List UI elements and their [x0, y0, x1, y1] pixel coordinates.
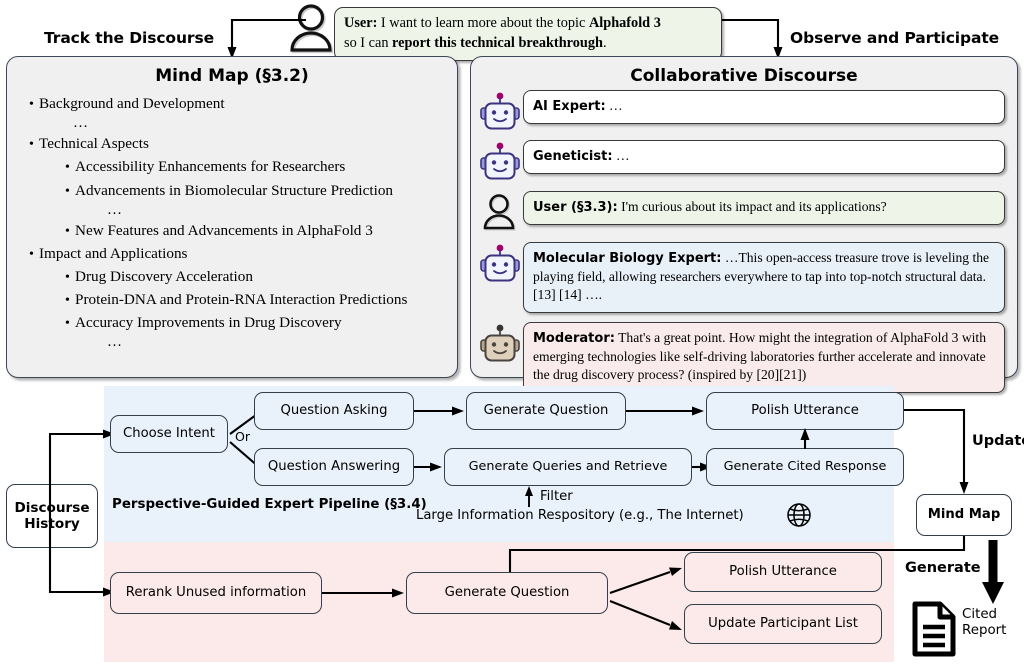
- mind-map-item-label: Accuracy Improvements in Drug Discovery: [75, 314, 342, 332]
- discourse-message-body: …: [605, 98, 623, 113]
- mind-map-ellipsis: …: [73, 115, 90, 132]
- discourse-message-bubble: AI Expert: …: [523, 90, 1005, 124]
- discourse-message-bubble: Molecular Biology Expert: …This open-acc…: [523, 242, 1005, 314]
- repository-label: Large Information Respository (e.g., The…: [416, 508, 744, 523]
- expert-pipeline-label: Perspective-Guided Expert Pipeline (§3.4…: [112, 497, 427, 512]
- user-message-bubble: User: I want to learn more about the top…: [334, 7, 722, 61]
- discourse-message-body: …: [612, 148, 630, 163]
- mind-map-title: Mind Map (§3.2): [155, 66, 309, 86]
- user-message-line1: User: I want to learn more about the top…: [344, 15, 661, 31]
- arrow-answering-to-queries: [414, 460, 444, 474]
- robot-purple-icon: [477, 140, 523, 182]
- bullet-icon: •: [29, 97, 34, 112]
- discourse-message-speaker: Molecular Biology Expert:: [533, 251, 722, 266]
- generate-question-moderator-box[interactable]: Generate Question: [406, 572, 608, 614]
- mind-map-item-label: Background and Development: [39, 95, 225, 112]
- update-participant-list-box[interactable]: Update Participant List: [684, 604, 882, 644]
- bullet-icon: •: [65, 183, 70, 199]
- discourse-message-speaker: User (§3.3):: [533, 200, 618, 215]
- mind-map-list: • Background and Development … • Technical A…: [7, 92, 457, 352]
- mind-map-item-label: Advancements in Biomolecular Structure P…: [75, 181, 394, 199]
- discourse-message-speaker: AI Expert:: [533, 99, 606, 114]
- observe-and-participate-label: Observe and Participate: [790, 29, 1000, 47]
- generate-cited-response-box[interactable]: Generate Cited Response: [706, 448, 904, 486]
- bullet-icon: •: [29, 137, 34, 153]
- arrow-user-to-discourse: [718, 16, 798, 60]
- arrow-rerank-to-generate-question: [322, 586, 406, 600]
- arrow-user-to-mindmap: [128, 16, 308, 60]
- mind-map-item-label: Technical Aspects: [39, 135, 149, 153]
- discourse-message-row: User (§3.3): I'm curious about its impac…: [477, 191, 1005, 233]
- discourse-message-speaker: Geneticist:: [533, 149, 613, 164]
- discourse-message-row: Moderator: That's a great point. How mig…: [477, 322, 1005, 394]
- robot-tan-icon: [477, 322, 523, 364]
- question-asking-box[interactable]: Question Asking: [254, 392, 414, 430]
- generate-question-expert-box[interactable]: Generate Question: [466, 392, 626, 430]
- user-avatar-icon: [477, 191, 523, 233]
- user-message-line2: so I can report this technical breakthro…: [344, 35, 607, 52]
- mind-map-item-l2: • Drug Discovery Acceleration: [7, 265, 457, 288]
- cited-report-line1: Cited: [962, 607, 998, 622]
- mind-map-item-label: Impact and Applications: [39, 244, 188, 262]
- bullet-icon: •: [65, 270, 70, 286]
- discourse-message-speaker: Moderator:: [533, 331, 615, 347]
- discourse-title: Collaborative Discourse: [630, 66, 858, 86]
- mind-map-item-l2: • Accuracy Improvements in Drug Discovery: [7, 311, 457, 334]
- choose-intent-box[interactable]: Choose Intent: [110, 415, 228, 453]
- collaborative-discourse-panel: Collaborative Discourse AI Expert: … Gene…: [470, 56, 1018, 394]
- arrow-cited-response-to-polish: [798, 428, 812, 450]
- bullet-icon: •: [29, 246, 34, 262]
- discourse-message-bubble: Moderator: That's a great point. How mig…: [523, 322, 1005, 394]
- polish-utterance-expert-box[interactable]: Polish Utterance: [706, 392, 904, 430]
- generate-label: Generate: [905, 560, 981, 576]
- mind-map-item-l2: • Accessibility Enhancements for Research…: [7, 155, 457, 178]
- document-icon: [912, 601, 956, 657]
- mind-map-ellipsis: …: [107, 201, 124, 218]
- question-answering-box[interactable]: Question Answering: [254, 448, 414, 486]
- bullet-icon: •: [65, 223, 70, 239]
- arrow-asking-to-generate-question: [414, 404, 466, 418]
- discourse-message-bubble: Geneticist: …: [523, 140, 1005, 174]
- polish-utterance-moderator-box[interactable]: Polish Utterance: [684, 552, 882, 592]
- bullet-icon: •: [65, 160, 70, 176]
- mind-map-box[interactable]: Mind Map: [916, 494, 1012, 536]
- robot-purple-icon: [477, 242, 523, 284]
- arrow-generate-report: [980, 540, 1006, 606]
- rerank-unused-information-box[interactable]: Rerank Unused information: [110, 572, 322, 614]
- mind-map-panel: Mind Map (§3.2) • Background and Developm…: [6, 56, 458, 378]
- discourse-message-body: I'm curious about its impact and its app…: [617, 199, 887, 214]
- discourse-message-list: AI Expert: … Geneticist: … User (§3.3): I'…: [471, 86, 1017, 394]
- mind-map-item-label: Protein-DNA and Protein-RNA Interaction …: [75, 291, 408, 309]
- robot-purple-icon: [477, 90, 523, 132]
- filter-label: Filter: [540, 489, 573, 504]
- discourse-message-row: Geneticist: …: [477, 140, 1005, 182]
- generate-queries-and-retrieve-box[interactable]: Generate Queries and Retrieve: [444, 448, 692, 486]
- mind-map-item-label: Drug Discovery Acceleration: [75, 268, 253, 286]
- discourse-message-bubble: User (§3.3): I'm curious about its impac…: [523, 191, 1005, 225]
- discourse-message-row: Molecular Biology Expert: …This open-acc…: [477, 242, 1005, 314]
- update-label: Update: [972, 433, 1024, 449]
- mind-map-item-l1: • Technical Aspects: [7, 132, 457, 155]
- mind-map-item-l2: • Advancements in Biomolecular Structure …: [7, 179, 457, 202]
- mind-map-item-label: New Features and Advancements in AlphaFo…: [75, 221, 373, 239]
- mind-map-item-l1: • Impact and Applications: [7, 242, 457, 265]
- arrow-generate-question-branch-moderator: [608, 562, 686, 640]
- mind-map-item-l1: • Background and Development: [7, 92, 457, 115]
- bullet-icon: •: [65, 316, 70, 332]
- mind-map-item-l2: • New Features and Advancements in AlphaF…: [7, 219, 457, 242]
- arrow-generate-question-to-polish: [626, 404, 706, 418]
- cited-report-label: Cited Report: [962, 607, 1006, 639]
- mind-map-item-l2: • Protein-DNA and Protein-RNA Interaction…: [7, 288, 457, 311]
- cited-report-line2: Report: [962, 622, 1007, 638]
- discourse-message-row: AI Expert: …: [477, 90, 1005, 132]
- bullet-icon: •: [65, 293, 70, 309]
- mind-map-ellipsis: …: [107, 334, 124, 351]
- globe-icon: [786, 502, 812, 528]
- arrow-filter: [522, 486, 536, 508]
- mind-map-item-label: Accessibility Enhancements for Researche…: [75, 158, 346, 176]
